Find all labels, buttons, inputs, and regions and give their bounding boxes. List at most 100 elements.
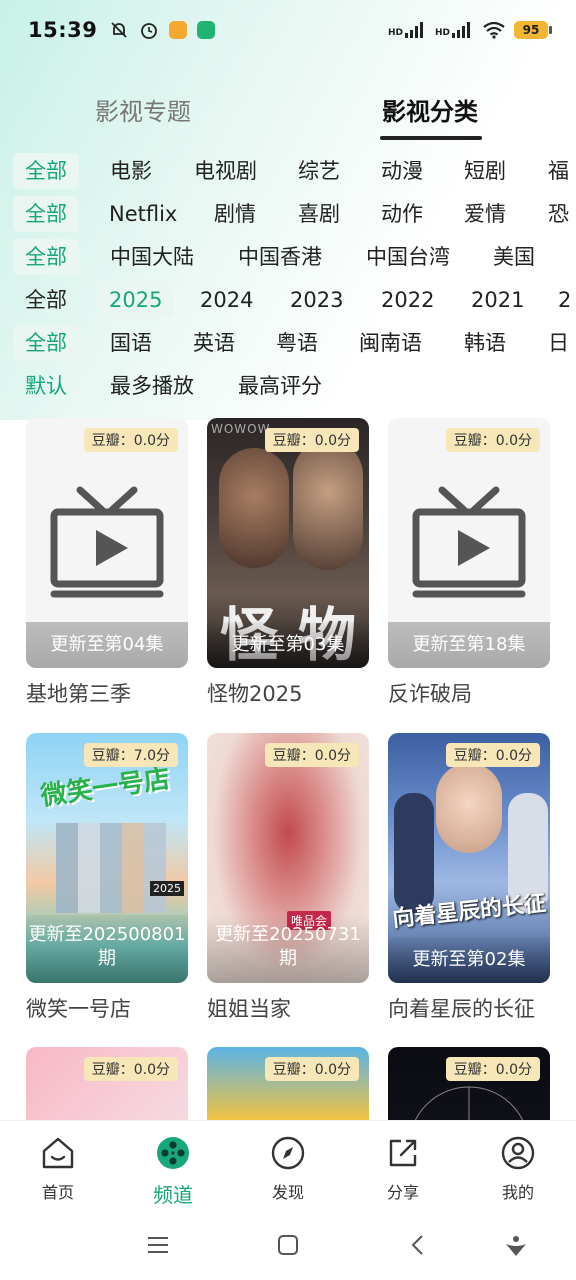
filter-chip[interactable]: 喜剧	[298, 196, 340, 232]
filter-panel: 全部 电影 电视剧 综艺 动漫 短剧 福 全部 Netflix 剧情 喜剧 动作…	[0, 150, 576, 408]
filter-row-genre: 全部 Netflix 剧情 喜剧 动作 爱情 恐	[0, 193, 576, 236]
douban-rating-badge: 豆瓣：0.0分	[264, 743, 359, 767]
assistant-icon[interactable]	[503, 1232, 529, 1258]
filter-chip[interactable]: 2022	[381, 282, 434, 318]
douban-rating-badge: 豆瓣：0.0分	[445, 743, 540, 767]
profile-icon	[501, 1136, 535, 1170]
filter-row-year: 全部 2025 2024 2023 2022 2021 2	[0, 279, 576, 322]
media-card[interactable]: 微笑一号店 2025 豆瓣：7.0分 更新至202500801 期 微笑一号店	[26, 733, 188, 1023]
filter-chip[interactable]: 韩语	[464, 325, 506, 361]
nav-home[interactable]: 首页	[18, 1135, 98, 1203]
media-title: 微笑一号店	[26, 997, 131, 1021]
filter-chip[interactable]: 全部	[13, 325, 79, 361]
channel-icon	[157, 1137, 189, 1169]
home-square-icon[interactable]	[275, 1232, 301, 1258]
nav-label: 首页	[41, 1183, 74, 1202]
filter-chip[interactable]: 2024	[200, 282, 253, 318]
filter-chip[interactable]: 全部	[13, 196, 79, 232]
douban-rating-badge: 豆瓣：0.0分	[445, 1057, 540, 1081]
status-time: 15:39	[28, 18, 98, 42]
back-icon[interactable]	[405, 1232, 431, 1258]
sort-chip[interactable]: 最高评分	[238, 368, 322, 404]
filter-chip[interactable]: 剧情	[214, 196, 256, 232]
filter-chip[interactable]: 美国	[493, 239, 535, 275]
app-notification-icon	[169, 21, 188, 39]
media-card[interactable]: 向着星辰的长征 豆瓣：0.0分 更新至第02集 向着星辰的长征	[388, 733, 550, 1023]
poster-face-center	[436, 763, 502, 853]
compass-icon	[271, 1136, 305, 1170]
filter-chip[interactable]: 全部	[13, 153, 79, 189]
wifi-icon	[483, 21, 505, 39]
poster-image: 微笑一号店 2025 豆瓣：7.0分 更新至202500801 期	[26, 733, 188, 983]
signal-1-icon: HD	[388, 22, 427, 38]
douban-rating-badge: 豆瓣：0.0分	[83, 1057, 178, 1081]
filter-chip[interactable]: 英语	[193, 325, 235, 361]
episode-update-bar: 更新至202500801 期	[26, 915, 188, 983]
filter-chip[interactable]: 电视剧	[194, 153, 257, 189]
battery-icon: 95	[514, 21, 552, 39]
douban-rating-badge: 豆瓣：0.0分	[264, 428, 359, 452]
security-app-icon	[197, 21, 216, 39]
filter-chip[interactable]: 爱情	[464, 196, 506, 232]
menu-icon[interactable]	[145, 1232, 171, 1258]
filter-chip[interactable]: Netflix	[109, 196, 177, 232]
media-title: 基地第三季	[26, 682, 131, 706]
nav-profile[interactable]: 我的	[478, 1135, 558, 1203]
poster-face-left	[219, 448, 289, 568]
filter-chip[interactable]: 福	[548, 153, 569, 189]
alarm-icon	[141, 23, 158, 39]
poster-image: 向着星辰的长征 豆瓣：0.0分 更新至第02集	[388, 733, 550, 983]
sort-chip[interactable]: 最多播放	[110, 368, 194, 404]
filter-chip[interactable]: 粤语	[276, 325, 318, 361]
nav-label: 频道	[153, 1183, 193, 1207]
sort-chip[interactable]: 默认	[25, 368, 67, 404]
filter-chip[interactable]: 电影	[110, 153, 152, 189]
poster-face-right	[293, 440, 363, 570]
douban-rating-badge: 豆瓣：7.0分	[83, 743, 178, 767]
update-text-line2: 期	[279, 948, 297, 969]
filter-chip[interactable]: 全部	[25, 282, 67, 318]
filter-chip[interactable]: 中国台湾	[366, 239, 450, 275]
hd-label: HD	[434, 28, 450, 38]
filter-chip[interactable]: 2025	[97, 282, 175, 318]
filter-chip[interactable]: 2023	[290, 282, 343, 318]
media-card[interactable]: WOWOW 怪 物 豆瓣：0.0分 更新至第03集 怪物2025	[207, 418, 369, 708]
status-bar: 15:39 HD HD 95	[0, 0, 576, 60]
signal-2-icon: HD	[435, 22, 474, 38]
filter-chip[interactable]: 国语	[110, 325, 152, 361]
filter-chip[interactable]: 日	[548, 325, 569, 361]
media-card[interactable]: 唯品会 豆瓣：0.0分 更新至20250731 期 姐姐当家	[207, 733, 369, 1023]
top-tabs: 影视专题 影视分类	[0, 92, 576, 142]
nav-discover[interactable]: 发现	[248, 1135, 328, 1203]
filter-chip[interactable]: 2	[558, 282, 571, 318]
filter-chip[interactable]: 综艺	[298, 153, 340, 189]
filter-chip[interactable]: 2021	[471, 282, 524, 318]
media-card[interactable]: 豆瓣：0.0分 更新至第18集 反诈破局	[388, 418, 550, 708]
nav-share[interactable]: 分享	[363, 1135, 443, 1203]
bottom-navigation: 首页 频道 发现 分享 我的	[0, 1120, 576, 1212]
filter-chip[interactable]: 中国香港	[238, 239, 322, 275]
filter-chip[interactable]: 中国大陆	[110, 239, 194, 275]
tab-film-topics[interactable]: 影视专题	[95, 92, 191, 127]
tab-film-categories[interactable]: 影视分类	[382, 92, 478, 127]
update-text-line1: 更新至20250731	[215, 924, 361, 945]
poster-buildings	[56, 823, 166, 913]
filter-chip[interactable]: 短剧	[464, 153, 506, 189]
nav-channel[interactable]: 频道	[133, 1135, 213, 1208]
poster-year-tag: 2025	[150, 881, 184, 896]
filter-chip[interactable]: 恐	[548, 196, 569, 232]
filter-chip[interactable]: 闽南语	[359, 325, 422, 361]
douban-rating-badge: 豆瓣：0.0分	[83, 428, 178, 452]
poster-network-label: WOWOW	[211, 422, 271, 436]
filter-chip[interactable]: 全部	[13, 239, 79, 275]
share-icon	[389, 1139, 417, 1167]
hd-label: HD	[387, 28, 403, 38]
filter-chip[interactable]: 动漫	[381, 153, 423, 189]
nav-label: 发现	[271, 1183, 304, 1202]
episode-update-bar: 更新至第03集	[207, 622, 369, 668]
update-text-line2: 期	[98, 948, 116, 969]
filter-row-sort: 默认 最多播放 最高评分	[0, 365, 576, 408]
media-title: 姐姐当家	[207, 997, 291, 1021]
media-card[interactable]: 豆瓣：0.0分 更新至第04集 基地第三季	[26, 418, 188, 708]
filter-chip[interactable]: 动作	[381, 196, 423, 232]
